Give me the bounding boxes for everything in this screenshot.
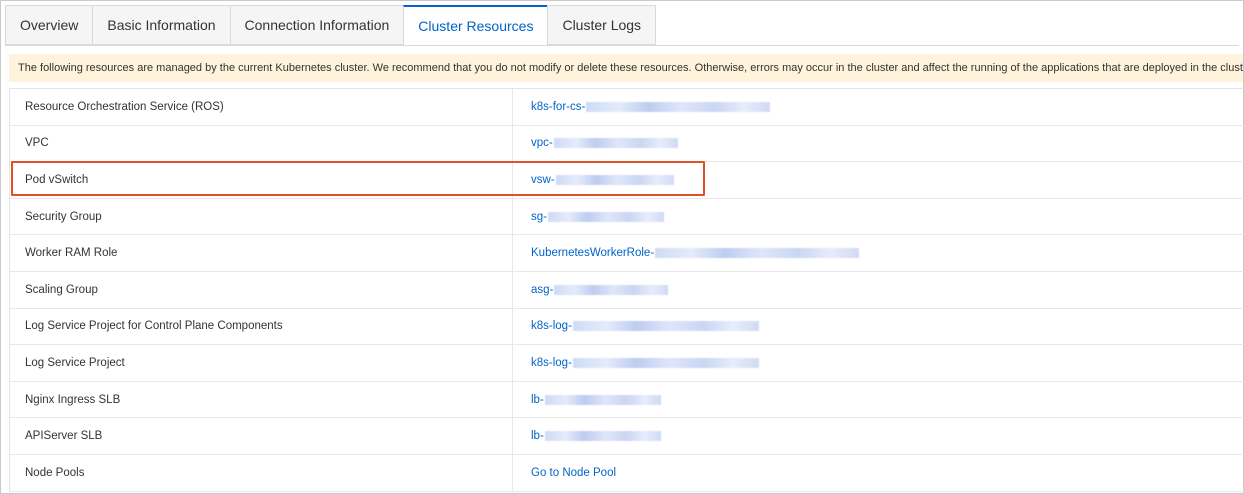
warning-notice-text: The following resources are managed by t… xyxy=(18,62,1243,74)
redacted-value xyxy=(572,321,759,332)
cluster-resources-panel: Overview Basic Information Connection In… xyxy=(0,0,1244,494)
table-row: Nginx Ingress SLB lb- xyxy=(10,381,1244,419)
resource-link-nginx-ingress-slb[interactable]: lb- xyxy=(531,394,544,406)
table-row: VPC vpc- xyxy=(10,125,1244,163)
resource-label: Security Group xyxy=(10,198,513,235)
redacted-value xyxy=(572,357,759,368)
table-row: Worker RAM Role KubernetesWorkerRole- xyxy=(10,235,1244,272)
resource-link-log-project[interactable]: k8s-log- xyxy=(531,357,572,369)
resource-label: Nginx Ingress SLB xyxy=(10,381,513,418)
redacted-value xyxy=(554,284,669,295)
go-to-node-pool-link[interactable]: Go to Node Pool xyxy=(531,467,616,479)
resource-label: Resource Orchestration Service (ROS) xyxy=(10,89,513,125)
table-row: Node Pools Go to Node Pool xyxy=(10,454,1244,492)
tab-connection-information[interactable]: Connection Information xyxy=(229,5,404,45)
table-row: Scaling Group asg- xyxy=(10,271,1244,309)
resource-label: Worker RAM Role xyxy=(10,235,513,271)
resource-link-apiserver-slb[interactable]: lb- xyxy=(531,430,544,442)
tab-divider xyxy=(5,45,1239,46)
table-row: Resource Orchestration Service (ROS) k8s… xyxy=(10,89,1244,126)
resource-label: Log Service Project xyxy=(10,345,513,381)
tab-basic-information[interactable]: Basic Information xyxy=(92,5,230,45)
tab-bar: Overview Basic Information Connection In… xyxy=(5,5,657,46)
redacted-value xyxy=(655,248,860,259)
table-row: Security Group sg- xyxy=(10,198,1244,236)
redacted-value xyxy=(555,174,674,185)
resource-label: Pod vSwitch xyxy=(10,162,513,198)
tab-cluster-resources[interactable]: Cluster Resources xyxy=(403,5,548,46)
tab-cluster-logs[interactable]: Cluster Logs xyxy=(547,5,657,45)
resource-link-ros[interactable]: k8s-for-cs- xyxy=(531,101,585,113)
resource-label: Scaling Group xyxy=(10,271,513,308)
resources-table: Resource Orchestration Service (ROS) k8s… xyxy=(9,88,1244,492)
redacted-value xyxy=(544,394,661,405)
table-row: APIServer SLB lb- xyxy=(10,418,1244,455)
resource-label: Node Pools xyxy=(10,454,513,491)
redacted-value xyxy=(547,211,664,222)
table-row: Log Service Project k8s-log- xyxy=(10,345,1244,382)
redacted-value xyxy=(553,138,678,149)
resource-link-scaling-group[interactable]: asg- xyxy=(531,284,553,296)
resource-link-worker-ram-role[interactable]: KubernetesWorkerRole- xyxy=(531,247,654,259)
resource-label: VPC xyxy=(10,125,513,162)
resource-link-vpc[interactable]: vpc- xyxy=(531,137,553,149)
resource-link-control-plane-log-project[interactable]: k8s-log- xyxy=(531,320,572,332)
resource-link-pod-vswitch[interactable]: vsw- xyxy=(531,174,555,186)
table-row: Log Service Project for Control Plane Co… xyxy=(10,308,1244,346)
redacted-value xyxy=(586,101,771,112)
table-row: Pod vSwitch vsw- xyxy=(10,162,1244,199)
resource-label: Log Service Project for Control Plane Co… xyxy=(10,308,513,345)
resource-label: APIServer SLB xyxy=(10,418,513,454)
tab-overview[interactable]: Overview xyxy=(5,5,93,45)
resource-link-security-group[interactable]: sg- xyxy=(531,211,547,223)
redacted-value xyxy=(544,431,661,442)
warning-notice: The following resources are managed by t… xyxy=(9,54,1243,82)
